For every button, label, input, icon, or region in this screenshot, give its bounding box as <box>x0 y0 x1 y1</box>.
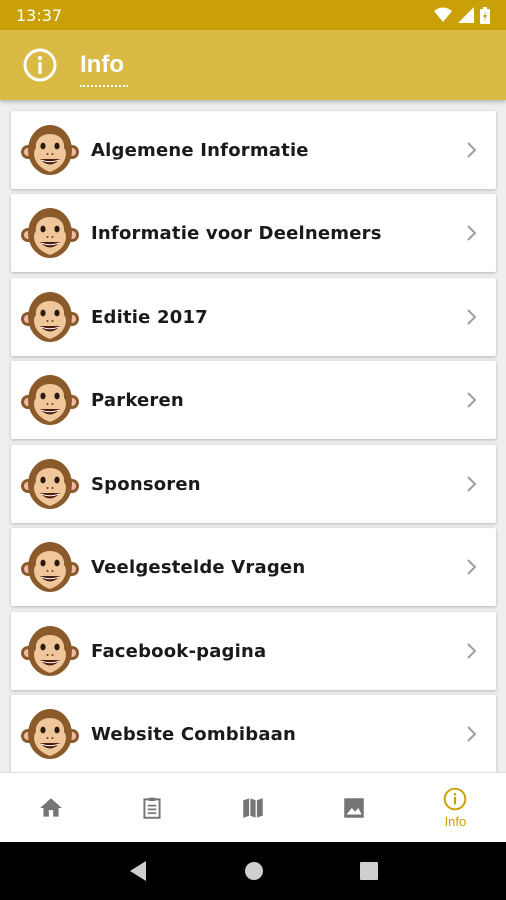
monkey-icon <box>21 372 79 428</box>
nav-info-label: Info <box>444 814 467 829</box>
chevron-right-icon <box>467 142 477 158</box>
list-item[interactable]: Sponsoren <box>11 445 496 523</box>
info-list: Algemene Informatie Informatie voor Deel… <box>0 100 506 772</box>
battery-icon <box>480 6 490 24</box>
list-item-label: Veelgestelde Vragen <box>91 556 306 578</box>
chevron-right-icon <box>467 726 477 742</box>
page-title: Info <box>80 51 128 87</box>
status-time: 13:37 <box>16 5 63 25</box>
monkey-icon <box>21 289 79 345</box>
list-item[interactable]: Informatie voor Deelnemers <box>11 194 496 272</box>
nav-info[interactable]: Info <box>405 773 506 842</box>
chevron-right-icon <box>467 225 477 241</box>
home-icon <box>39 797 62 817</box>
map-icon <box>243 797 263 818</box>
system-nav-bar <box>0 842 506 900</box>
list-item[interactable]: Parkeren <box>11 361 496 439</box>
chevron-right-icon <box>467 476 477 492</box>
monkey-icon <box>21 623 79 679</box>
monkey-icon <box>21 539 79 595</box>
list-item[interactable]: Editie 2017 <box>11 278 496 356</box>
back-icon[interactable] <box>128 860 148 882</box>
nav-gallery[interactable] <box>304 773 405 842</box>
list-item-label: Sponsoren <box>91 473 201 495</box>
signal-icon <box>458 7 474 23</box>
nav-home[interactable] <box>0 773 101 842</box>
image-icon <box>344 797 364 818</box>
bottom-nav: Info <box>0 772 506 842</box>
chevron-right-icon <box>467 309 477 325</box>
list-item-label: Website Combibaan <box>91 723 297 745</box>
list-item-label: Editie 2017 <box>91 306 208 328</box>
status-icons <box>434 6 490 24</box>
monkey-icon <box>21 456 79 512</box>
list-item-label: Algemene Informatie <box>91 139 309 161</box>
wifi-icon <box>434 7 452 22</box>
chevron-right-icon <box>467 559 477 575</box>
list-item[interactable]: Facebook-pagina <box>11 612 496 690</box>
chevron-right-icon <box>467 392 477 408</box>
info-icon <box>444 787 467 811</box>
list-item[interactable]: Website Combibaan <box>11 695 496 772</box>
recents-icon[interactable] <box>360 862 378 880</box>
list-item-label: Informatie voor Deelnemers <box>91 222 382 244</box>
home-circle-icon[interactable] <box>244 861 264 881</box>
list-item-label: Facebook-pagina <box>91 640 267 662</box>
status-bar: 13:37 <box>0 0 506 30</box>
clipboard-icon <box>143 797 161 819</box>
nav-map[interactable] <box>202 773 303 842</box>
list-item[interactable]: Veelgestelde Vragen <box>11 528 496 606</box>
monkey-icon <box>21 122 79 178</box>
app-bar: Info <box>0 30 506 100</box>
monkey-icon <box>21 205 79 261</box>
chevron-right-icon <box>467 643 477 659</box>
monkey-icon <box>21 706 79 762</box>
info-icon <box>23 48 57 82</box>
nav-clipboard[interactable] <box>101 773 202 842</box>
list-item[interactable]: Algemene Informatie <box>11 111 496 189</box>
list-item-label: Parkeren <box>91 389 184 411</box>
